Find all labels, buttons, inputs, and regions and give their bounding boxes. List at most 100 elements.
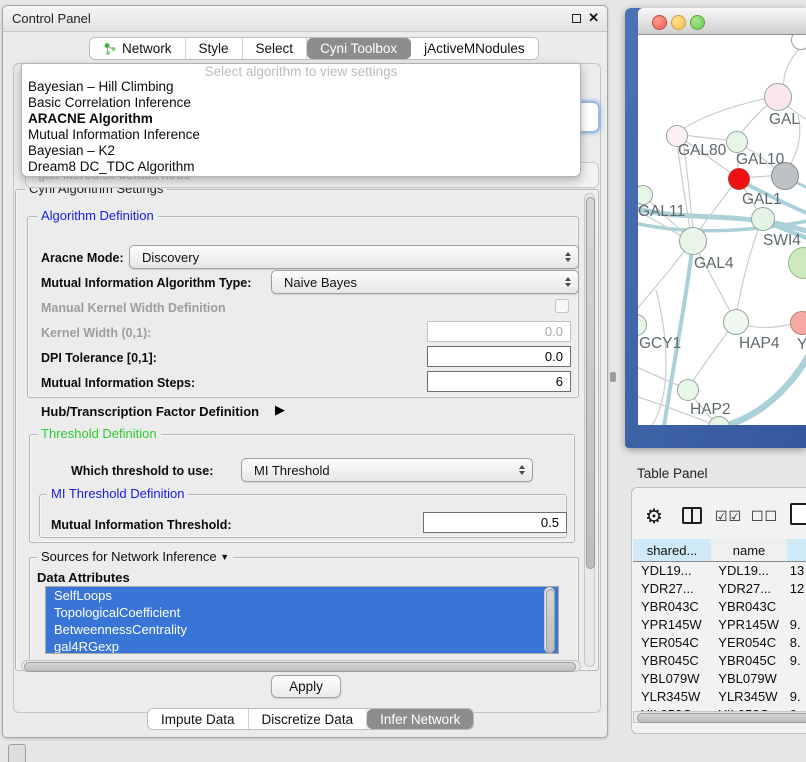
mi-algorithm-type-value: Naive Bayes [284, 271, 357, 293]
mi-threshold-definition-title: MI Threshold Definition [47, 487, 188, 500]
mi-steps-field[interactable]: 6 [427, 371, 571, 392]
close-icon[interactable]: ✕ [588, 10, 599, 26]
collapse-arrow-icon: ▼ [220, 552, 229, 562]
bottom-tabbar: Impute Data Discretize Data Infer Networ… [147, 708, 474, 730]
minimize-traffic-light-icon[interactable] [671, 15, 686, 30]
table-row[interactable]: YLR345W YLR345W 9. [633, 687, 806, 705]
algorithm-option[interactable]: Dream8 DC_TDC Algorithm [22, 159, 580, 175]
node-label: SWI4 [763, 232, 801, 250]
table-row[interactable]: YDL19... YDL19... 13 [633, 561, 806, 579]
network-node-gal1[interactable] [728, 168, 750, 190]
cell-name: YBR043C [710, 599, 786, 614]
tab-infer-network[interactable]: Infer Network [367, 709, 473, 729]
which-threshold-label: Which threshold to use: [71, 464, 213, 478]
document-icon[interactable] [790, 503, 806, 525]
kernel-width-field[interactable]: 0.0 [427, 321, 571, 342]
zoom-traffic-light-icon[interactable] [690, 15, 705, 30]
attribute-item[interactable]: gal4RGexp [46, 638, 558, 654]
manual-kernel-width-checkbox[interactable] [555, 299, 569, 313]
tab-style[interactable]: Style [186, 38, 243, 59]
settings-horizontal-scrollbar[interactable] [21, 660, 581, 672]
deselect-all-icon[interactable]: ☐☐ [751, 508, 778, 525]
network-node-hap2[interactable] [677, 379, 699, 401]
sources-title[interactable]: Sources for Network Inference ▼ [37, 550, 233, 565]
network-node[interactable] [726, 131, 748, 153]
tab-label: Select [256, 41, 294, 56]
table-row[interactable]: YBR045C YBR045C 9. [633, 651, 806, 669]
cell-value: 9. [786, 617, 806, 632]
data-attributes-list: SelfLoops TopologicalCoefficient Between… [45, 586, 559, 654]
which-threshold-combo[interactable]: MI Threshold [241, 458, 533, 482]
select-all-icon[interactable]: ☑☑ [715, 508, 742, 525]
table-horizontal-scrollbar-thumb[interactable] [637, 713, 806, 723]
settings-vertical-scrollbar[interactable] [584, 193, 595, 667]
network-node[interactable] [764, 83, 792, 111]
cell-value: 12 [786, 581, 806, 596]
column-header-clipped[interactable] [787, 539, 806, 562]
network-canvas[interactable]: GAL GAL80 GAL10 GAL1 GAL11 SWI4 GAL4 GCY… [638, 35, 806, 425]
tab-impute-data[interactable]: Impute Data [148, 709, 249, 729]
panel-splitter-handle[interactable] [610, 372, 616, 382]
mi-algorithm-type-combo[interactable]: Naive Bayes [271, 270, 579, 294]
table-row[interactable]: YER054C YER054C 8. [633, 633, 806, 651]
table-row[interactable]: YDR27... YDR27... 12 [633, 579, 806, 597]
settings-horizontal-scrollbar-thumb[interactable] [24, 662, 576, 672]
algorithm-option[interactable]: Mutual Information Inference [22, 127, 580, 143]
network-node[interactable] [751, 207, 775, 231]
algorithm-option[interactable]: Bayesian – Hill Climbing [22, 79, 580, 95]
algorithm-dropdown-placeholder: Select algorithm to view settings [22, 64, 580, 79]
tab-cyni-toolbox[interactable]: Cyni Toolbox [307, 38, 411, 59]
attribute-item[interactable]: SelfLoops [46, 587, 558, 604]
attribute-list-scrollbar[interactable] [544, 587, 555, 653]
tab-jactivemnodules[interactable]: jActiveMNodules [411, 38, 538, 59]
attribute-item[interactable]: BetweennessCentrality [46, 621, 558, 638]
table-body: YDL19... YDL19... 13 YDR27... YDR27... 1… [633, 561, 806, 711]
aracne-mode-combo[interactable]: Discovery [129, 245, 579, 269]
table-horizontal-scrollbar[interactable] [633, 711, 806, 723]
attribute-list-scrollbar-thumb[interactable] [546, 589, 555, 653]
control-panel-titlebar[interactable]: Control Panel ✕ [3, 6, 607, 32]
float-icon[interactable] [572, 14, 581, 23]
sources-title-text: Sources for Network Inference [41, 549, 217, 564]
attribute-item[interactable]: TopologicalCoefficient [46, 604, 558, 621]
tab-select[interactable]: Select [243, 38, 308, 59]
split-columns-icon[interactable] [682, 507, 702, 524]
algorithm-option[interactable]: Bayesian – K2 [22, 143, 580, 159]
aracne-mode-value: Discovery [142, 246, 199, 268]
settings-vertical-scrollbar-thumb[interactable] [586, 197, 595, 569]
screen: Control Panel ✕ Network Style Select Cyn… [0, 0, 806, 762]
apply-button[interactable]: Apply [271, 675, 341, 698]
hub-definition-label[interactable]: Hub/Transcription Factor Definition [41, 404, 259, 419]
cell-name: YPR145W [710, 617, 786, 632]
tab-label: Impute Data [161, 712, 235, 727]
algorithm-option[interactable]: Basic Correlation Inference [22, 95, 580, 111]
tab-label: Style [199, 41, 229, 56]
mi-threshold-field[interactable]: 0.5 [423, 512, 567, 533]
network-node-hap4[interactable] [723, 309, 749, 335]
tab-discretize-data[interactable]: Discretize Data [249, 709, 368, 729]
aracne-mode-label: Aracne Mode: [41, 251, 124, 265]
tab-network[interactable]: Network [90, 38, 186, 59]
cell-name: YBR045C [710, 653, 786, 668]
algorithm-option-selected[interactable]: ARACNE Algorithm [22, 111, 580, 127]
close-traffic-light-icon[interactable] [652, 15, 667, 30]
table-row[interactable]: YPR145W YPR145W 9. [633, 615, 806, 633]
network-icon [103, 42, 117, 56]
hub-expand-arrow-icon[interactable]: ▶ [275, 402, 285, 418]
network-window-titlebar[interactable] [638, 8, 806, 35]
network-node-gal4[interactable] [679, 227, 707, 255]
tab-label: Cyni Toolbox [320, 41, 397, 56]
dpi-tolerance-field[interactable]: 0.0 [427, 346, 571, 367]
network-view-window: GAL GAL80 GAL10 GAL1 GAL11 SWI4 GAL4 GCY… [625, 8, 806, 448]
cell-name: YDL19... [710, 563, 786, 578]
table-row[interactable]: YBR043C YBR043C [633, 597, 806, 615]
node-label: HAP2 [690, 401, 731, 419]
column-header-name[interactable]: name [711, 539, 788, 562]
cell-shared-name: YBR045C [633, 653, 710, 668]
control-panel-title: Control Panel [12, 6, 91, 32]
column-header-shared-name[interactable]: shared... [633, 539, 712, 562]
gear-icon[interactable]: ⚙ [645, 504, 663, 529]
mi-steps-label: Mutual Information Steps: [41, 376, 195, 390]
table-row[interactable]: YBL079W YBL079W [633, 669, 806, 687]
docked-panel-icon[interactable] [8, 744, 26, 762]
